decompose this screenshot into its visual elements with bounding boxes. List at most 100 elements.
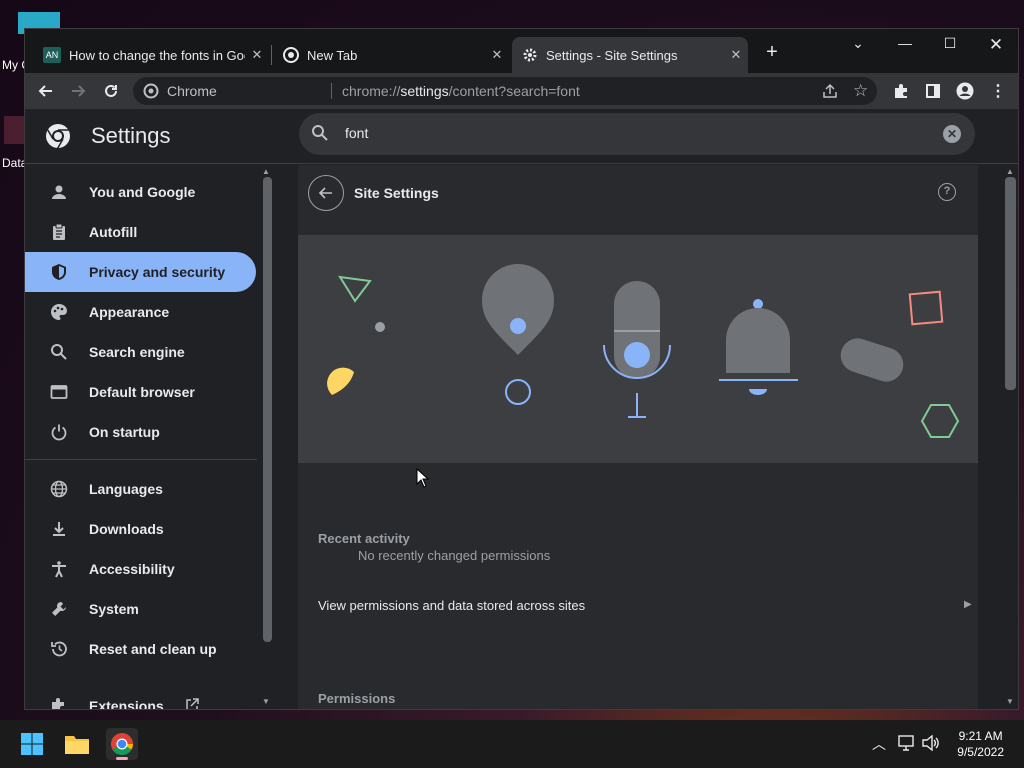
- sidebar-item-you-and-google[interactable]: You and Google: [25, 172, 256, 212]
- tab-strip: AN How to change the fonts in Goog ✕ New…: [25, 29, 1018, 73]
- close-tab-icon[interactable]: ✕: [485, 47, 509, 63]
- settings-sidebar: You and Google Autofill Privacy and secu…: [25, 165, 257, 710]
- palette-icon: [49, 302, 69, 322]
- tab-search-chevron-icon[interactable]: ⌄: [843, 35, 873, 52]
- clipboard-icon: [49, 222, 69, 242]
- main-scrollbar-thumb[interactable]: [1005, 177, 1016, 390]
- tab-settings[interactable]: Settings - Site Settings ✕: [512, 37, 748, 73]
- sidebar-item-accessibility[interactable]: Accessibility: [25, 549, 256, 589]
- back-button[interactable]: [34, 79, 58, 103]
- scroll-down-arrow-icon[interactable]: ▼: [262, 697, 270, 706]
- sidebar-item-label: Reset and clean up: [89, 641, 217, 657]
- sidebar-item-label: Extensions: [89, 698, 164, 710]
- sidebar-item-label: You and Google: [89, 184, 196, 200]
- sidebar-item-extensions[interactable]: Extensions: [25, 686, 256, 710]
- puzzle-icon: [49, 696, 69, 709]
- clear-search-icon[interactable]: ✕: [943, 125, 961, 143]
- desktop-icon-data[interactable]: Data: [0, 110, 27, 170]
- tab-title: Settings - Site Settings: [546, 47, 678, 63]
- sidebar-item-label: On startup: [89, 424, 160, 440]
- external-link-icon: [184, 697, 200, 709]
- file-explorer-icon[interactable]: [63, 730, 91, 758]
- site-settings-card: Site Settings ? Recent activity No recen…: [298, 165, 978, 709]
- view-permissions-label: View permissions and data stored across …: [318, 597, 586, 613]
- tab-separator: [271, 45, 272, 65]
- forward-button[interactable]: [66, 79, 90, 103]
- sidebar-scrollbar-thumb[interactable]: [263, 177, 272, 642]
- star-icon[interactable]: ☆: [853, 81, 868, 101]
- reload-button[interactable]: [99, 79, 123, 103]
- extensions-puzzle-icon[interactable]: [889, 79, 913, 103]
- accessibility-icon: [49, 559, 69, 579]
- back-arrow-button[interactable]: [308, 175, 344, 211]
- sidebar-item-languages[interactable]: Languages: [25, 469, 256, 509]
- browser-window-icon: [49, 382, 69, 402]
- sidebar-item-default-browser[interactable]: Default browser: [25, 372, 256, 412]
- chrome-logo-icon: [45, 123, 71, 149]
- pill-shape: [840, 338, 904, 382]
- scroll-up-arrow-icon[interactable]: ▲: [262, 167, 270, 176]
- clock-time: 9:21 AM: [958, 729, 1003, 743]
- sidebar-item-label: Accessibility: [89, 561, 175, 577]
- section-title: Site Settings: [354, 185, 439, 201]
- active-app-indicator: [116, 757, 128, 760]
- sidebar-item-search-engine[interactable]: Search engine: [25, 332, 256, 372]
- site-favicon: AN: [43, 47, 61, 63]
- scroll-down-arrow-icon[interactable]: ▼: [1006, 697, 1014, 706]
- address-bar[interactable]: Chrome chrome://settings/content?search=…: [133, 77, 877, 105]
- sidebar-item-appearance[interactable]: Appearance: [25, 292, 256, 332]
- network-icon[interactable]: [898, 735, 916, 754]
- kebab-menu-icon[interactable]: ⋮: [986, 79, 1010, 103]
- sidebar-item-autofill[interactable]: Autofill: [25, 212, 256, 252]
- sidebar-item-label: Languages: [89, 481, 163, 497]
- sidebar-item-on-startup[interactable]: On startup: [25, 412, 256, 452]
- location-pin-icon: [482, 264, 554, 405]
- shortcut-icon: [4, 116, 24, 144]
- triangle-shape: [338, 275, 372, 303]
- toolbar: Chrome chrome://settings/content?search=…: [25, 73, 1018, 109]
- browser-window: AN How to change the fonts in Goog ✕ New…: [24, 28, 1019, 710]
- search-icon: [49, 342, 69, 362]
- sidebar-item-label: Downloads: [89, 521, 164, 537]
- taskbar: ︿ 9:21 AM 9/5/2022: [0, 720, 1024, 768]
- site-settings-illustration: [298, 235, 978, 463]
- chrome-taskbar-icon[interactable]: [106, 728, 138, 760]
- sidebar-item-system[interactable]: System: [25, 589, 256, 629]
- close-tab-icon[interactable]: ✕: [724, 47, 748, 63]
- shield-icon: [49, 262, 69, 282]
- settings-search-input[interactable]: font ✕: [299, 113, 975, 155]
- power-icon: [49, 422, 69, 442]
- chevron-up-icon[interactable]: ︿: [872, 734, 886, 754]
- sidebar-item-privacy-and-security[interactable]: Privacy and security: [25, 252, 256, 292]
- maximize-button[interactable]: ☐: [935, 35, 965, 52]
- view-permissions-row[interactable]: View permissions and data stored across …: [298, 585, 978, 625]
- share-icon[interactable]: [821, 82, 839, 105]
- close-tab-icon[interactable]: ✕: [245, 47, 269, 63]
- sidebar-item-reset-and-clean-up[interactable]: Reset and clean up: [25, 629, 256, 669]
- tab-new-tab[interactable]: New Tab ✕: [273, 37, 509, 73]
- microphone-icon: [603, 281, 671, 418]
- wrench-icon: [49, 599, 69, 619]
- windows-start-icon[interactable]: [18, 730, 46, 758]
- side-panel-icon[interactable]: [921, 79, 945, 103]
- site-label: Chrome: [167, 83, 217, 99]
- scroll-up-arrow-icon[interactable]: ▲: [1006, 167, 1014, 176]
- tab-article[interactable]: AN How to change the fonts in Goog ✕: [33, 37, 269, 73]
- globe-icon: [49, 479, 69, 499]
- volume-icon[interactable]: [922, 734, 940, 754]
- dot-shape: [375, 322, 385, 332]
- settings-header: Settings font ✕: [25, 109, 1018, 164]
- permissions-heading: Permissions: [318, 691, 396, 706]
- help-icon[interactable]: ?: [938, 183, 956, 201]
- minimize-button[interactable]: —: [890, 35, 920, 51]
- bell-icon: [719, 299, 798, 395]
- person-icon: [49, 182, 69, 202]
- profile-avatar[interactable]: [953, 79, 977, 103]
- sidebar-item-downloads[interactable]: Downloads: [25, 509, 256, 549]
- search-value: font: [345, 125, 369, 141]
- close-window-button[interactable]: ✕: [981, 35, 1011, 55]
- system-clock[interactable]: 9:21 AM 9/5/2022: [957, 728, 1004, 760]
- new-tab-button[interactable]: +: [760, 41, 784, 65]
- half-circle-shape: [327, 367, 354, 395]
- history-icon: [49, 639, 69, 659]
